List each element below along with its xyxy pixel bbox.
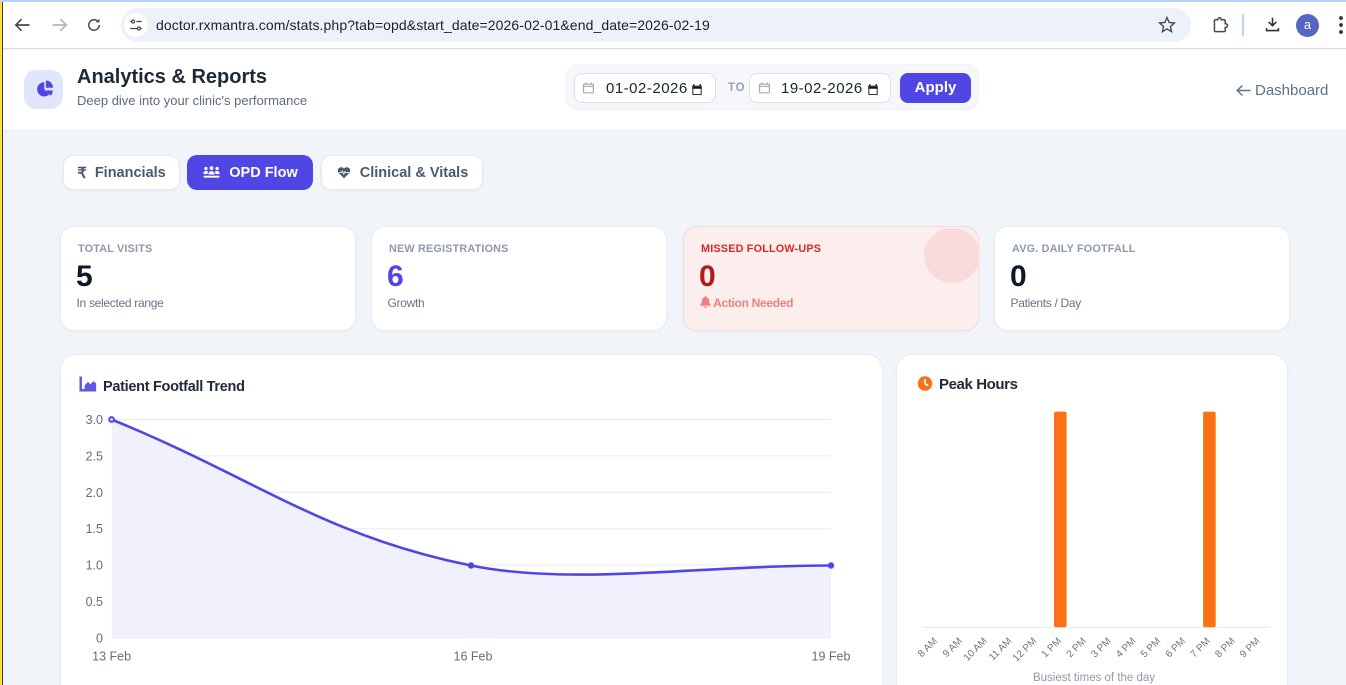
svg-text:Patient Footfall Trend: Patient Footfall Trend [103, 379, 245, 395]
svg-text:1.0: 1.0 [86, 559, 103, 573]
svg-text:8 AM: 8 AM [916, 636, 940, 660]
svg-text:Busiest times of the day: Busiest times of the day [1033, 672, 1155, 684]
svg-text:2 PM: 2 PM [1065, 636, 1089, 660]
svg-text:13 Feb: 13 Feb [92, 650, 131, 664]
svg-text:0: 0 [96, 631, 103, 645]
svg-text:2.0: 2.0 [86, 486, 103, 500]
svg-text:8 PM: 8 PM [1213, 636, 1237, 660]
svg-text:9 PM: 9 PM [1238, 636, 1262, 660]
svg-text:1 PM: 1 PM [1040, 636, 1064, 660]
svg-text:0.5: 0.5 [86, 595, 103, 609]
svg-text:3.0: 3.0 [86, 413, 103, 427]
svg-text:7 PM: 7 PM [1189, 636, 1213, 660]
svg-text:1.5: 1.5 [86, 522, 103, 536]
svg-text:16 Feb: 16 Feb [454, 650, 493, 664]
svg-text:5 PM: 5 PM [1139, 636, 1163, 660]
svg-text:2.5: 2.5 [86, 449, 103, 463]
svg-text:Peak Hours: Peak Hours [939, 376, 1018, 393]
svg-text:3 PM: 3 PM [1089, 636, 1113, 660]
svg-text:12 PM: 12 PM [1011, 636, 1039, 664]
svg-text:11 AM: 11 AM [987, 636, 1014, 663]
svg-text:6 PM: 6 PM [1164, 636, 1188, 660]
svg-text:19 Feb: 19 Feb [812, 650, 851, 664]
svg-text:10 AM: 10 AM [962, 636, 990, 664]
svg-text:4 PM: 4 PM [1114, 636, 1138, 660]
